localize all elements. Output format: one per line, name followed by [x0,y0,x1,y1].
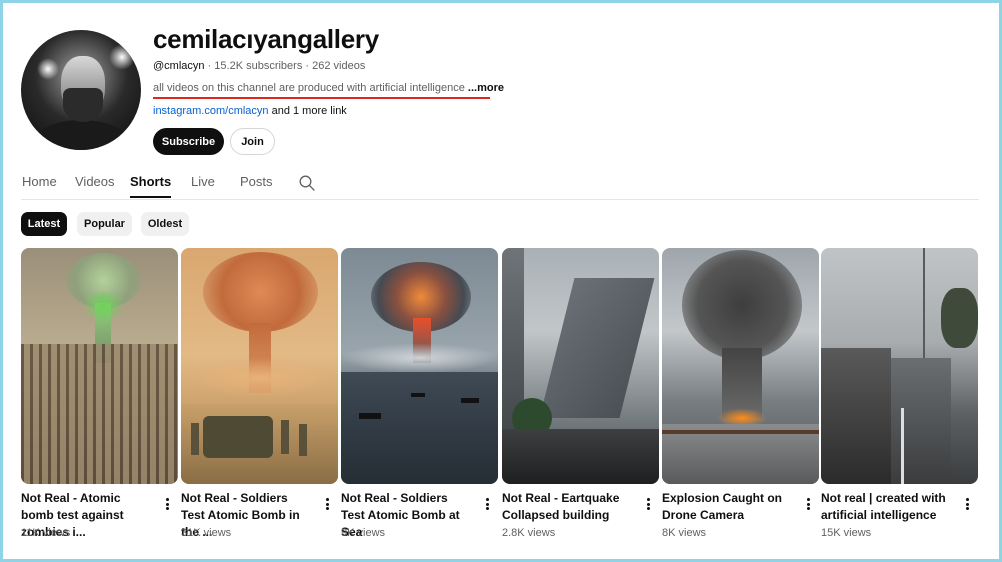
short-title[interactable]: Not Real - Eartquake Collapsed building [502,490,634,524]
short-thumbnail[interactable] [341,248,498,484]
short-card[interactable]: Not Real - Soldiers Test Atomic Bomb in … [181,248,339,539]
tab-posts[interactable]: Posts [240,166,273,198]
more-options-icon[interactable] [803,496,813,512]
avatar-light [109,44,135,70]
more-options-icon[interactable] [162,496,172,512]
more-options-icon[interactable] [322,496,332,512]
annotation-underline [153,97,490,99]
description-text: all videos on this channel are produced … [153,82,465,94]
chip-latest[interactable]: Latest [21,212,67,236]
channel-links: instagram.com/cmlacyn and 1 more link [153,105,347,117]
tab-home[interactable]: Home [22,166,57,198]
more-link[interactable]: ...more [465,82,504,94]
short-card[interactable]: Explosion Caught on Drone Camera 8K view… [662,248,820,539]
short-card[interactable]: Not Real - Atomic bomb test against zomb… [21,248,179,539]
short-views: 31K views [181,527,232,539]
more-options-icon[interactable] [962,496,972,512]
channel-handle: @cmlacyn [153,60,205,72]
more-links-text[interactable]: and 1 more link [269,105,347,117]
tabs-divider [21,199,979,200]
channel-name: cemilacıyangallery [153,24,379,54]
chip-oldest[interactable]: Oldest [141,212,189,236]
more-options-icon[interactable] [482,496,492,512]
short-title[interactable]: Explosion Caught on Drone Camera [662,490,794,524]
short-views: 15K views [821,527,872,539]
avatar-light [37,58,59,80]
short-views: 9K views [341,527,386,539]
subscribe-button[interactable]: Subscribe [153,128,224,155]
search-icon[interactable] [299,175,315,191]
channel-description[interactable]: all videos on this channel are produced … [153,82,504,94]
tab-live[interactable]: Live [191,166,215,198]
short-thumbnail[interactable] [821,248,978,484]
short-views: 8K views [662,527,707,539]
short-card[interactable]: Not real | created with artificial intel… [821,248,979,539]
channel-avatar[interactable] [21,30,141,150]
instagram-link[interactable]: instagram.com/cmlacyn [153,105,269,117]
more-options-icon[interactable] [643,496,653,512]
channel-stats: · 15.2K subscribers · 262 videos [204,60,366,72]
tab-videos[interactable]: Videos [75,166,115,198]
avatar-body [31,120,131,150]
tab-shorts[interactable]: Shorts [130,166,172,198]
short-thumbnail[interactable] [662,248,819,484]
short-thumbnail[interactable] [181,248,338,484]
short-views: 11K views [21,527,71,539]
channel-meta: @cmlacyn · 15.2K subscribers · 262 video… [153,60,365,72]
short-thumbnail[interactable] [21,248,178,484]
join-button[interactable]: Join [230,128,275,155]
short-card[interactable]: Not Real - Eartquake Collapsed building … [502,248,660,539]
avatar-beard [63,88,103,122]
short-card[interactable]: Not Real - Soldiers Test Atomic Bomb at … [341,248,499,539]
short-views: 2.8K views [502,527,556,539]
chip-popular[interactable]: Popular [77,212,132,236]
short-title[interactable]: Not real | created with artificial intel… [821,490,953,524]
short-thumbnail[interactable] [502,248,659,484]
